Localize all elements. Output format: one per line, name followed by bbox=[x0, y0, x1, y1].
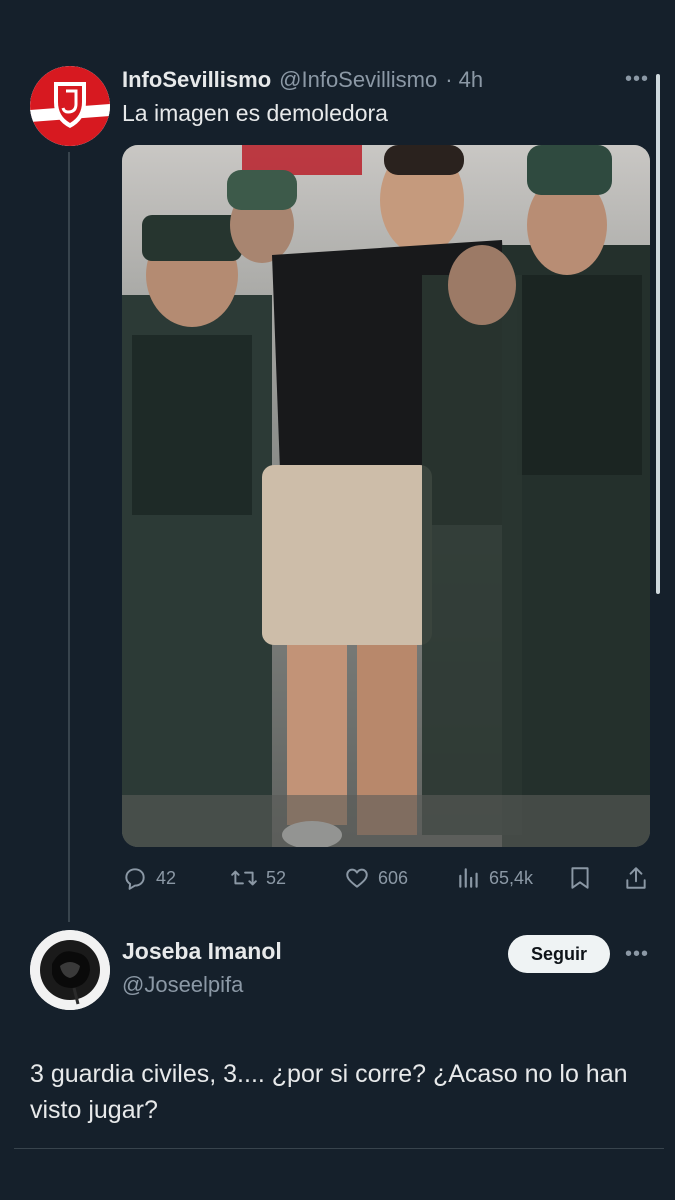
scrollbar[interactable] bbox=[656, 74, 660, 594]
avatar[interactable] bbox=[30, 66, 110, 146]
photo-illustration bbox=[122, 145, 650, 847]
reply-text: 3 guardia civiles, 3.... ¿por si corre? … bbox=[30, 1060, 628, 1124]
share-button[interactable] bbox=[624, 858, 648, 898]
bookmark-icon bbox=[571, 867, 589, 889]
analytics-icon bbox=[459, 868, 478, 888]
avatar[interactable] bbox=[30, 930, 110, 1010]
tweet-time[interactable]: · 4h bbox=[445, 67, 483, 93]
tweet-photo[interactable] bbox=[122, 145, 650, 847]
tweet-text: La imagen es demoledora bbox=[122, 100, 388, 126]
follow-button[interactable]: Seguir bbox=[508, 935, 610, 973]
author-name[interactable]: InfoSevillismo bbox=[122, 67, 271, 93]
like-button[interactable]: 606 bbox=[344, 858, 408, 898]
like-count: 606 bbox=[378, 867, 409, 888]
share-icon bbox=[626, 867, 646, 889]
divider bbox=[14, 1148, 664, 1149]
views-count: 65,4k bbox=[489, 867, 534, 888]
tweet-thread-page: InfoSevillismo @InfoSevillismo · 4h ••• … bbox=[0, 0, 675, 1200]
reply-icon bbox=[125, 868, 145, 890]
retweet-button[interactable]: 52 bbox=[230, 858, 286, 898]
more-options-button[interactable]: ••• bbox=[622, 66, 652, 92]
views-button[interactable]: 65,4k bbox=[457, 858, 533, 898]
reply-author-handle[interactable]: @Joseelpifa bbox=[122, 972, 243, 998]
heart-icon bbox=[346, 868, 368, 888]
retweet-icon bbox=[231, 870, 257, 886]
author-handle[interactable]: @InfoSevillismo bbox=[279, 67, 437, 93]
tweet-actions: 42 52 606 65,4k bbox=[122, 858, 650, 898]
bookmark-button[interactable] bbox=[568, 858, 592, 898]
tweet-header: InfoSevillismo @InfoSevillismo · 4h bbox=[122, 64, 483, 96]
reply-author-name[interactable]: Joseba Imanol bbox=[122, 938, 282, 965]
reply-count: 42 bbox=[156, 867, 177, 888]
reply-button[interactable]: 42 bbox=[122, 858, 176, 898]
retweet-count: 52 bbox=[266, 867, 287, 888]
sevilla-crest-icon bbox=[30, 66, 110, 146]
thread-connector-line bbox=[68, 152, 70, 922]
black-rose-avatar-icon bbox=[30, 930, 110, 1010]
more-options-button[interactable]: ••• bbox=[622, 941, 652, 967]
